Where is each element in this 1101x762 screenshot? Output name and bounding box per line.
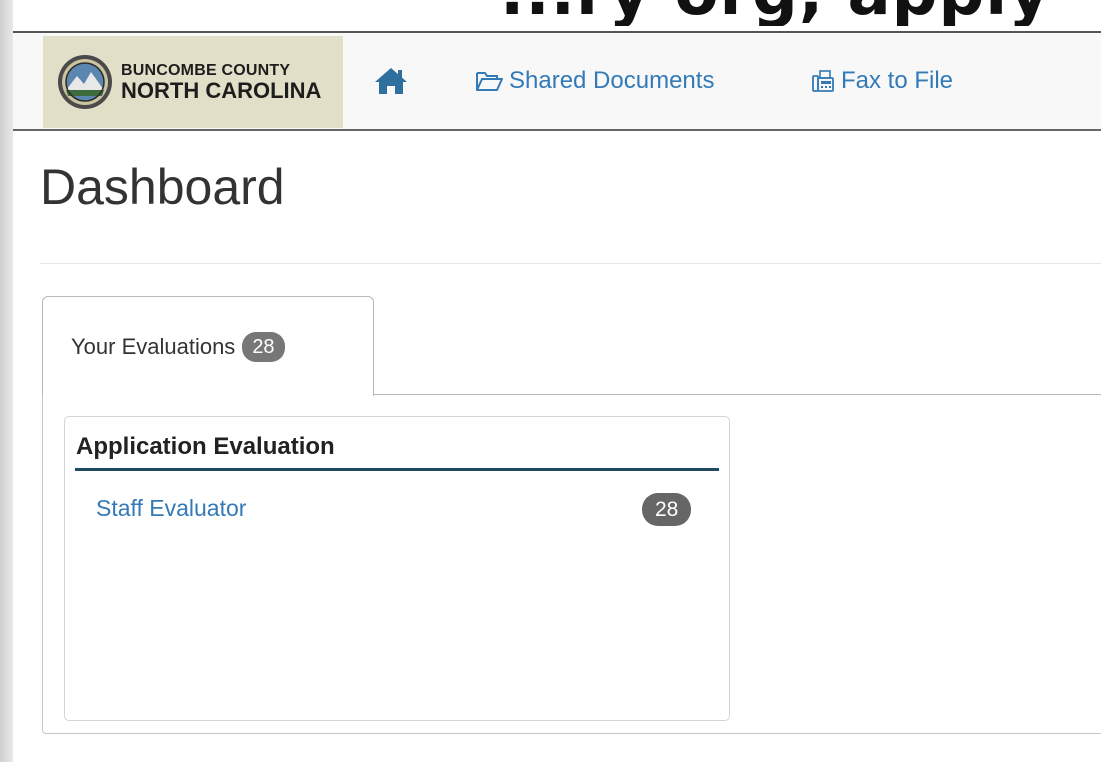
logo-line-1: BUNCOMBE COUNTY xyxy=(121,61,291,79)
home-button[interactable] xyxy=(371,63,411,99)
nav-shared-documents-label: Shared Documents xyxy=(509,67,715,94)
title-divider xyxy=(40,263,1101,264)
card-title-rule xyxy=(75,468,719,471)
tab-your-evaluations[interactable]: Your Evaluations 28 xyxy=(42,296,374,396)
nav-shared-documents[interactable]: Shared Documents xyxy=(475,63,714,99)
logo-line-2: NORTH CAROLINA xyxy=(121,77,322,103)
fax-icon xyxy=(812,70,834,92)
home-icon xyxy=(375,68,407,94)
nav-fax-to-file-label: Fax to File xyxy=(841,67,954,94)
tab-label: Your Evaluations xyxy=(71,333,236,359)
top-navbar: BUNCOMBE COUNTY NORTH CAROLINA Shared Do… xyxy=(13,31,1101,131)
county-logo[interactable]: BUNCOMBE COUNTY NORTH CAROLINA xyxy=(43,36,343,128)
page-title: Dashboard xyxy=(40,159,285,215)
left-gutter xyxy=(0,0,13,762)
application-evaluation-card: Application Evaluation Staff Evaluator 2… xyxy=(64,416,730,721)
staff-evaluator-link[interactable]: Staff Evaluator xyxy=(96,495,246,522)
evaluations-count-badge: 28 xyxy=(242,331,285,362)
staff-evaluator-count-badge: 28 xyxy=(642,493,692,526)
top-cropped-heading: ...ry org, apply xyxy=(500,0,1100,26)
nav-fax-to-file[interactable]: Fax to File xyxy=(811,63,953,99)
folder-open-icon xyxy=(476,72,503,91)
card-title: Application Evaluation xyxy=(76,433,335,460)
county-seal-icon xyxy=(58,55,112,109)
